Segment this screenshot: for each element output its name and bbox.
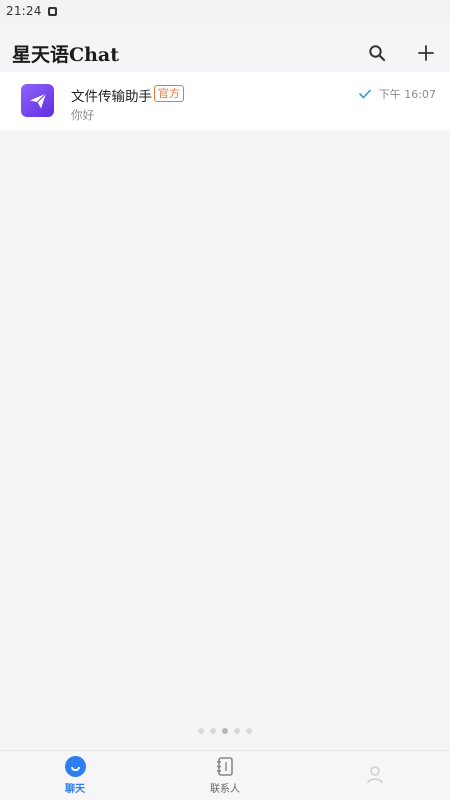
add-button[interactable] bbox=[413, 40, 439, 66]
page-dot bbox=[198, 728, 204, 734]
status-time: 21:24 bbox=[6, 4, 42, 18]
page-dot-active bbox=[222, 728, 228, 734]
chat-name: 文件传输助手 bbox=[71, 89, 152, 105]
avatar bbox=[21, 84, 54, 117]
page-indicator bbox=[0, 728, 450, 734]
plus-icon bbox=[418, 45, 434, 61]
page-title: 星天语Chat bbox=[12, 44, 120, 66]
tab-chat[interactable]: 聊天 bbox=[0, 751, 150, 800]
search-button[interactable] bbox=[364, 40, 390, 66]
page-dot bbox=[210, 728, 216, 734]
status-bar: 21:24 bbox=[0, 0, 450, 22]
chat-bubble-icon bbox=[64, 756, 86, 777]
tab-chat-label: 聊天 bbox=[65, 784, 85, 795]
page-dot bbox=[234, 728, 240, 734]
page-dot bbox=[246, 728, 252, 734]
chat-list: 文件传输助手 官方 你好 下午 16:07 bbox=[0, 72, 450, 130]
tab-contacts[interactable]: 联系人 bbox=[150, 751, 300, 800]
chat-meta: 下午 16:07 bbox=[358, 86, 436, 102]
chat-time: 下午 16:07 bbox=[378, 88, 436, 101]
notification-icon bbox=[47, 6, 57, 16]
tab-me[interactable] bbox=[300, 751, 450, 800]
tab-contacts-label: 联系人 bbox=[210, 784, 240, 795]
app-header: 星天语Chat bbox=[0, 22, 450, 72]
bottom-nav: 聊天 联系人 bbox=[0, 750, 450, 800]
official-badge: 官方 bbox=[154, 85, 184, 102]
contacts-icon bbox=[217, 757, 233, 776]
chat-item-file-transfer[interactable]: 文件传输助手 官方 你好 下午 16:07 bbox=[0, 72, 450, 130]
me-icon bbox=[367, 765, 383, 783]
paper-plane-icon bbox=[29, 92, 46, 108]
chat-preview: 你好 bbox=[71, 108, 94, 122]
check-icon bbox=[358, 89, 371, 99]
search-icon bbox=[369, 45, 386, 62]
